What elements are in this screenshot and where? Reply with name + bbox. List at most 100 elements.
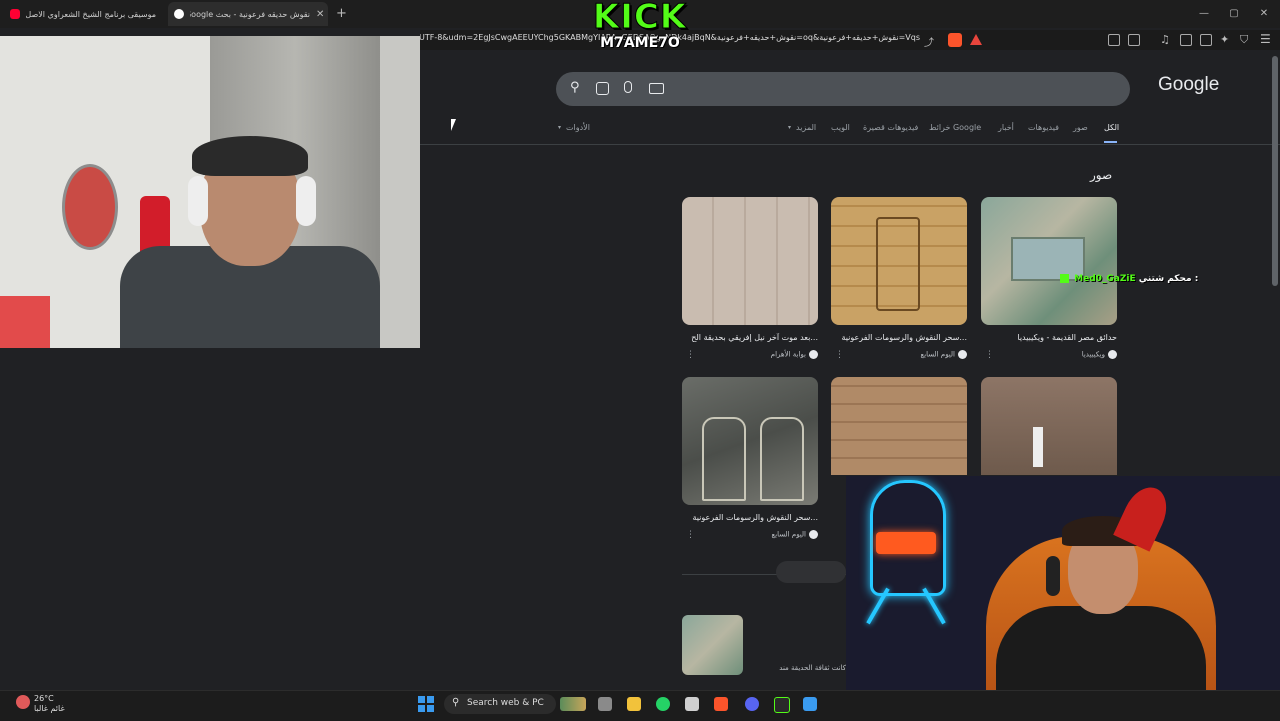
mouse-cursor-icon [451,119,456,131]
active-tab-indicator [1104,141,1117,143]
source-favicon-icon [809,530,818,539]
chevron-down-icon: ▾ [788,124,792,131]
result-image[interactable] [682,377,818,505]
maximize-icon[interactable]: ▢ [1226,6,1242,22]
more-options-icon[interactable]: ⋮ [835,350,844,360]
leo-ai-icon[interactable]: ✦ [1220,33,1229,46]
obs-icon[interactable] [774,697,790,713]
new-tab-button[interactable]: + [336,6,347,21]
tab-shorts[interactable]: فيديوهات قصيرة [863,123,918,132]
task-view-icon[interactable] [598,697,612,711]
page-scrollbar[interactable] [1272,56,1278,286]
extensions-icon[interactable] [1108,34,1120,46]
tab-maps[interactable]: خرائط Google [929,123,981,132]
result-source[interactable]: بوابة الأهرام [682,350,818,359]
vpn-icon[interactable]: ⛉ [1240,33,1248,47]
bag [0,296,50,348]
chat-text: محكم شتني : [1138,274,1199,284]
neon-text [876,532,936,554]
person-figure [1033,427,1043,467]
hair [192,136,308,176]
kick-logo: KICK M7AME7O [592,0,688,62]
tab-web[interactable]: الويب [831,123,850,132]
panel-thumbnail[interactable] [682,615,743,675]
more-options-icon[interactable]: ⋮ [985,350,994,360]
figure-carving [702,417,746,501]
hieroglyph-shape [876,217,920,311]
result-image[interactable] [831,197,967,325]
wallet-icon[interactable] [1200,34,1212,46]
source-favicon-icon [1108,350,1117,359]
sidebar-icon[interactable] [1128,34,1140,46]
notepad-icon[interactable] [685,697,699,711]
panel-snippet: كانت ثقافة الحديقة مند [779,664,846,672]
more-options-icon[interactable]: ⋮ [686,350,695,360]
file-explorer-icon[interactable] [627,697,641,711]
music-icon[interactable]: ♫ [1160,33,1170,46]
widgets-icon[interactable] [560,697,586,711]
webcam-costreamer [846,476,1280,720]
result-caption[interactable]: سحر النقوش والرسومات الفرعونية... [682,513,818,522]
start-button[interactable] [418,696,434,712]
images-heading: صور [1090,168,1113,182]
headphone [1046,556,1060,596]
tab-more[interactable]: المزيد [796,123,816,132]
tab-news[interactable]: أخبار [998,123,1014,132]
tab-title: موسيقى برنامج الشيخ الشعراوي الاصل [26,9,156,19]
menu-icon[interactable]: ☰ [1260,32,1271,46]
address-bar[interactable]: Vqs=نقوش+حديقه+فرعونية&oq=نقوش+حديقه+فرع… [420,30,1280,50]
reader-icon[interactable] [1180,34,1192,46]
result-caption[interactable]: حدائق مصر القديمة - ويكيبيديا [981,333,1117,342]
browser-tab[interactable]: موسيقى برنامج الشيخ الشعراوي الاصل [4,2,164,26]
source-name: اليوم السابع [771,530,807,539]
result-image[interactable] [981,197,1117,325]
result-source[interactable]: اليوم السابع [682,530,818,539]
channel-name: M7AME7O [600,35,680,51]
headphone [188,176,208,226]
close-window-icon[interactable]: ✕ [1256,6,1272,22]
more-options-icon[interactable]: ⋮ [686,530,695,540]
temperature: 26°C [34,694,54,703]
result-source[interactable]: اليوم السابع [831,350,967,359]
result-caption[interactable]: بعد موت آخر نيل إفريقي بحديقة الح... [682,333,818,342]
taskbar-search[interactable]: ⚲ Search web & PC [444,694,556,714]
google-logo[interactable]: Google [1158,74,1219,96]
headphone [296,176,316,226]
search-icon: ⚲ [452,697,460,708]
tab-title: نقوش حديقه فرعونية - بحث Google [190,9,310,19]
minimize-icon[interactable]: — [1196,6,1212,22]
tab-videos[interactable]: فيديوهات [1028,123,1059,132]
webcam-streamer [0,36,420,348]
tab-all[interactable]: الكل [1104,123,1119,132]
kick-wordmark: KICK [592,0,688,37]
tab-tools[interactable]: الأدوات [566,123,590,132]
nav-divider [420,144,1280,145]
result-source[interactable]: ويكيبيديا [981,350,1117,359]
search-input[interactable] [580,80,1100,96]
chevron-down-icon: ▾ [558,124,562,131]
search-icon[interactable]: ⚲ [570,80,580,95]
whatsapp-icon[interactable] [656,697,670,711]
share-icon[interactable]: ⤴ [924,34,936,49]
browser-tab-active[interactable]: نقوش حديقه فرعونية - بحث Google ✕ [168,2,328,26]
tab-images[interactable]: صور [1073,123,1088,132]
show-more-button[interactable] [776,561,846,583]
figure-carving [760,417,804,501]
brave-shield-icon[interactable] [948,33,962,47]
tab-close-icon[interactable]: ✕ [316,9,324,20]
chat-username: Med0_GaZiE [1074,274,1136,284]
weather-condition: غائم غالبا [34,704,65,713]
result-image[interactable] [981,377,1117,475]
result-image[interactable] [831,377,967,475]
result-image[interactable] [682,197,818,325]
weather-icon[interactable] [16,695,30,709]
weather-widget[interactable]: 26°C غائم غالبا [34,694,65,714]
discord-icon[interactable] [745,697,759,711]
brave-browser-icon[interactable] [714,697,728,711]
result-caption[interactable]: سحر النقوش والرسومات الفرعونية... [831,333,967,342]
chat-message: Med0_GaZiE محكم شتني : [1060,274,1198,284]
taskbar-search-label: Search web & PC [467,698,544,708]
app-icon[interactable] [803,697,817,711]
rewards-icon[interactable] [970,34,982,45]
kick-badge-icon [1060,274,1069,283]
